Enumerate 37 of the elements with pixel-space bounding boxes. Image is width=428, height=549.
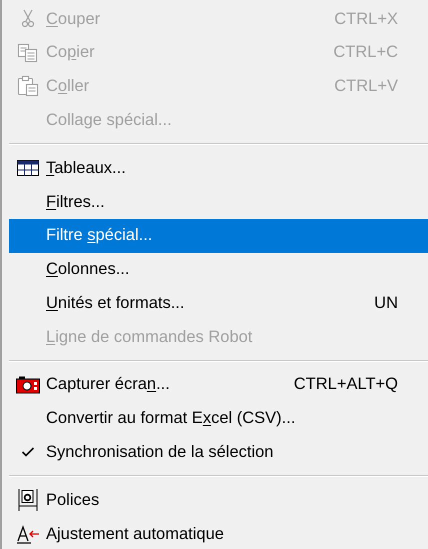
- shortcut-label: CTRL+C: [333, 42, 399, 64]
- menu-item-label: Capturer écran...: [46, 374, 171, 396]
- menu-item-label: Collage spécial...: [46, 110, 173, 131]
- paste-icon: [16, 75, 38, 98]
- menu-item-label: Copier: [46, 42, 96, 64]
- menu-item-label: Synchronisation de la sélection: [46, 442, 274, 464]
- menu-item-label: Colonnes...: [46, 259, 130, 280]
- menu-item[interactable]: Capturer écran... CTRL+ALT+Q: [9, 368, 428, 402]
- menu-item-label: Ligne de commandes Robot: [46, 326, 254, 348]
- menu-item[interactable]: Filtre spécial...: [9, 218, 428, 253]
- scissors-icon: [20, 8, 36, 29]
- menu-item[interactable]: Colonnes...: [9, 252, 428, 286]
- menu-item-label: Filtres...: [46, 192, 106, 212]
- autofit-icon: [16, 524, 40, 544]
- shortcut-label: CTRL+ALT+Q: [294, 374, 399, 396]
- table-icon: [16, 160, 38, 176]
- menu-item-label: Couper: [46, 8, 102, 30]
- shortcut-label: CTRL+V: [334, 76, 399, 98]
- menu-item-label: Unités et formats...: [46, 292, 186, 314]
- menu-item[interactable]: Synchronisation de la sélection: [9, 436, 428, 470]
- copy-icon: [16, 42, 38, 63]
- menu-item-label: Filtre spécial...: [46, 225, 154, 246]
- menu-item[interactable]: Ajustement automatique: [9, 517, 428, 549]
- menu-item[interactable]: Filtres...: [9, 184, 428, 219]
- menu-item[interactable]: Tableaux...: [9, 151, 428, 185]
- menu-item-label: Ajustement automatique: [46, 524, 225, 545]
- shortcut-label: CTRL+X: [334, 8, 399, 30]
- menu-item-label: Tableaux...: [46, 158, 127, 179]
- shortcut-label: UN: [374, 292, 399, 314]
- font-icon: [16, 488, 38, 512]
- menu-item-label: Coller: [46, 76, 90, 98]
- menu-item[interactable]: Polices: [9, 483, 428, 518]
- menu-item[interactable]: Convertir au format Excel (CSV)...: [9, 402, 428, 436]
- menu-item-label: Convertir au format Excel (CSV)...: [46, 408, 296, 430]
- menu-item[interactable]: Unités et formats... UN: [9, 286, 428, 320]
- camera-icon: [16, 376, 40, 394]
- menu-item-label: Polices: [46, 490, 100, 511]
